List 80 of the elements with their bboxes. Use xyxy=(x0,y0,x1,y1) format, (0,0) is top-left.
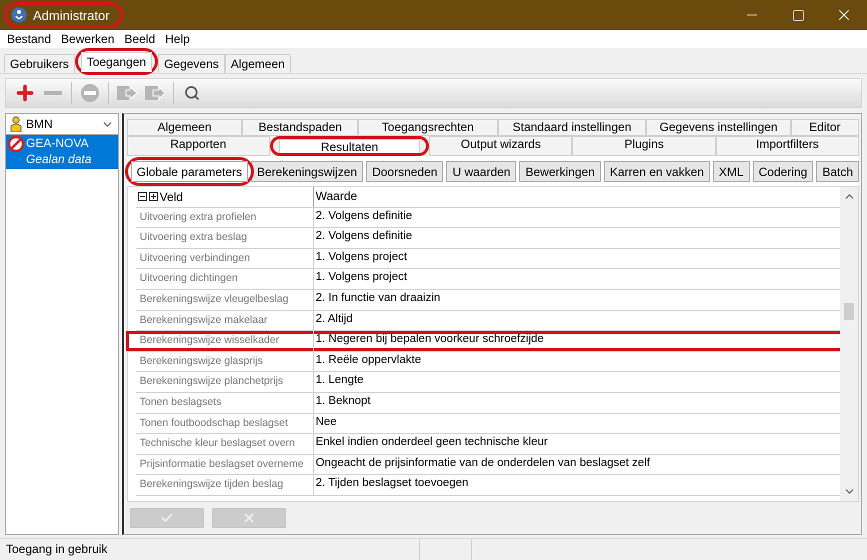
field-cell: Berekeningswijze tijden beslag xyxy=(136,475,314,495)
field-cell: Technische kleur beslagset overn xyxy=(136,434,314,454)
value-cell[interactable]: Ongeacht de prijsinformatie van de onderdelen van beslagset zelf xyxy=(314,454,840,474)
column-header: Waarde xyxy=(314,188,358,205)
subtab-button[interactable]: XML xyxy=(712,161,750,182)
user-icon xyxy=(10,116,22,132)
menu-item[interactable]: Beeld xyxy=(119,30,160,48)
tab[interactable]: Gegevens xyxy=(158,54,225,73)
value-cell[interactable]: Nee xyxy=(314,414,840,434)
window-title: Administrator xyxy=(33,8,110,22)
value-cell[interactable]: 1. Reële oppervlakte xyxy=(314,352,840,372)
add-icon xyxy=(14,82,36,104)
tab[interactable]: Toegangen xyxy=(80,52,152,72)
field-cell: Tonen beslagsets xyxy=(136,392,314,413)
tab[interactable]: Toegangsrechten xyxy=(358,119,498,136)
field-cell: Berekeningswijze wisselkader xyxy=(136,331,314,351)
value-cell[interactable]: 1. Lengte xyxy=(314,372,840,392)
field-cell: Berekeningswijze makelaar xyxy=(136,310,314,330)
tab[interactable]: Rapporten xyxy=(126,136,270,156)
tab[interactable]: Resultaten xyxy=(278,139,420,153)
value-cell[interactable]: 2. Altijd xyxy=(314,310,840,330)
dropdown-value: BMN xyxy=(26,117,54,131)
menu-item[interactable]: Help xyxy=(160,30,195,48)
scrollbar-thumb[interactable] xyxy=(844,303,854,320)
field-cell: Berekeningswijze planchetprijs xyxy=(136,372,314,392)
value-cell[interactable]: 1. Volgens project xyxy=(314,248,840,268)
status-text: Toegang in gebruik xyxy=(0,539,420,560)
app-icon xyxy=(11,7,27,23)
field-cell: Uitvoering extra profielen xyxy=(136,208,314,228)
no-entry-icon xyxy=(8,136,24,152)
subtab-button[interactable]: U waarden xyxy=(446,161,516,182)
tab[interactable]: Output wizards xyxy=(429,136,572,156)
list-item[interactable]: GEA-NOVA Gealan data xyxy=(6,135,118,169)
scrollbar[interactable] xyxy=(840,187,858,501)
field-cell: Uitvoering extra beslag xyxy=(136,228,314,248)
import-icon xyxy=(116,84,138,102)
item-subtitle: Gealan data xyxy=(26,152,92,167)
subtab-button[interactable]: Codering xyxy=(752,161,814,182)
field-cell: Tonen foutboodschap beslagset xyxy=(136,414,314,434)
value-cell[interactable]: 2. Tijden beslagset toevoegen xyxy=(314,475,840,495)
subtab-button[interactable]: Bewerkingen xyxy=(519,161,601,182)
field-cell: Berekeningswijze vleugelbeslag xyxy=(136,290,314,310)
subtab-button[interactable]: Batch xyxy=(816,161,859,182)
tab[interactable]: Bestandspaden xyxy=(242,119,358,136)
tab[interactable]: Editor xyxy=(790,119,860,136)
subtab-button[interactable]: Doorsneden xyxy=(366,161,444,182)
tab[interactable]: Plugins xyxy=(572,136,716,156)
value-cell[interactable]: 1. Beknopt xyxy=(314,392,840,413)
tab[interactable]: Gegevens instellingen xyxy=(646,119,791,136)
close-icon xyxy=(242,511,256,525)
tab[interactable]: Algemeen xyxy=(126,119,242,136)
check-icon xyxy=(160,511,174,525)
field-cell: Prijsinformatie beslagset overneme xyxy=(136,454,314,474)
tab[interactable]: Gebruikers xyxy=(4,54,75,73)
value-cell[interactable]: Enkel indien onderdeel geen technische kleur xyxy=(314,434,840,454)
tab[interactable]: Importfilters xyxy=(716,136,860,156)
column-header: Veld xyxy=(160,190,183,204)
item-title: GEA-NOVA xyxy=(26,136,90,152)
tab[interactable]: Standaard instellingen xyxy=(498,119,646,136)
value-cell[interactable]: 1. Volgens project xyxy=(314,269,840,289)
field-cell: Berekeningswijze glasprijs xyxy=(136,352,314,372)
value-cell[interactable]: 2. Volgens definitie xyxy=(314,208,840,228)
subtab-button[interactable]: Globale parameters xyxy=(130,161,248,182)
field-cell: Uitvoering dichtingen xyxy=(136,269,314,289)
export-icon xyxy=(144,84,166,102)
value-cell[interactable]: 2. In functie van draaizin xyxy=(314,290,840,310)
subtab-button[interactable]: Karren en vakken xyxy=(604,161,710,182)
menu-item[interactable]: Bestand xyxy=(2,30,56,48)
field-cell: Uitvoering verbindingen xyxy=(136,248,314,268)
value-cell[interactable]: 2. Volgens definitie xyxy=(314,228,840,248)
tab[interactable]: Algemeen xyxy=(224,54,291,73)
search-icon xyxy=(184,85,200,101)
expand-icon[interactable] xyxy=(148,192,158,202)
minus-icon xyxy=(44,91,62,95)
value-cell[interactable]: 1. Negeren bij bepalen voorkeur schroefzijde xyxy=(314,331,840,351)
maximize-icon[interactable] xyxy=(792,8,804,22)
menu-item[interactable]: Bewerken xyxy=(56,30,120,48)
subtab-button[interactable]: Berekeningswijzen xyxy=(251,161,364,182)
no-entry-icon xyxy=(80,83,100,103)
collapse-icon[interactable] xyxy=(138,192,147,202)
